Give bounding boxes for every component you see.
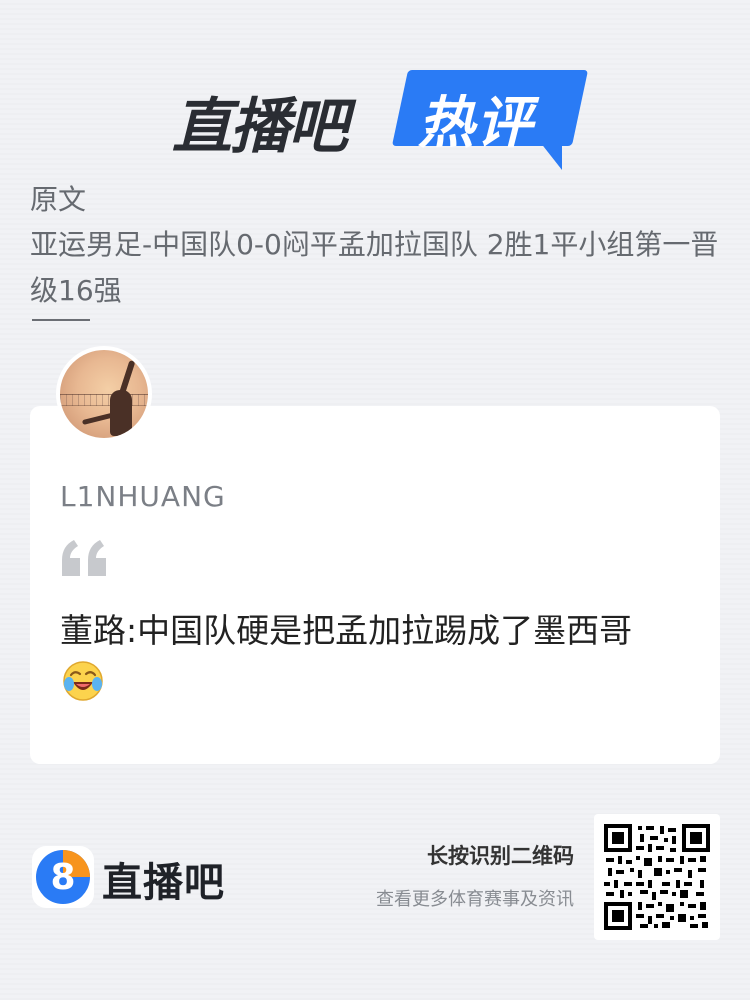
- header-brand: 直播吧: [172, 92, 348, 162]
- comment-username[interactable]: L1NHUANG: [60, 480, 226, 513]
- crying-laughing-emoji-icon: [62, 660, 104, 702]
- header-section: 热评: [418, 91, 534, 156]
- header-badge-tail: [540, 142, 562, 170]
- avatar[interactable]: [56, 346, 152, 442]
- qr-subtitle: 查看更多体育赛事及资讯: [376, 889, 574, 910]
- comment-text: 董路:中国队硬是把孟加拉踢成了墨西哥: [60, 611, 633, 650]
- divider: [32, 319, 90, 321]
- qr-code[interactable]: [594, 814, 720, 940]
- qr-code-icon: [604, 824, 710, 930]
- comment-card: [30, 406, 720, 764]
- app-logo-icon: 8: [32, 846, 94, 908]
- original-title[interactable]: 亚运男足-中国队0-0闷平孟加拉国队 2胜1平小组第一晋级16强: [30, 222, 730, 314]
- header-logo: 直播吧 热评: [172, 70, 592, 170]
- original-label: 原文: [30, 183, 87, 216]
- footer-brand: 直播吧: [102, 860, 225, 906]
- quote-icon: [60, 540, 110, 576]
- app-logo-digit: 8: [50, 857, 75, 898]
- avatar-net: [60, 394, 148, 406]
- qr-hint: 长按识别二维码: [427, 844, 574, 868]
